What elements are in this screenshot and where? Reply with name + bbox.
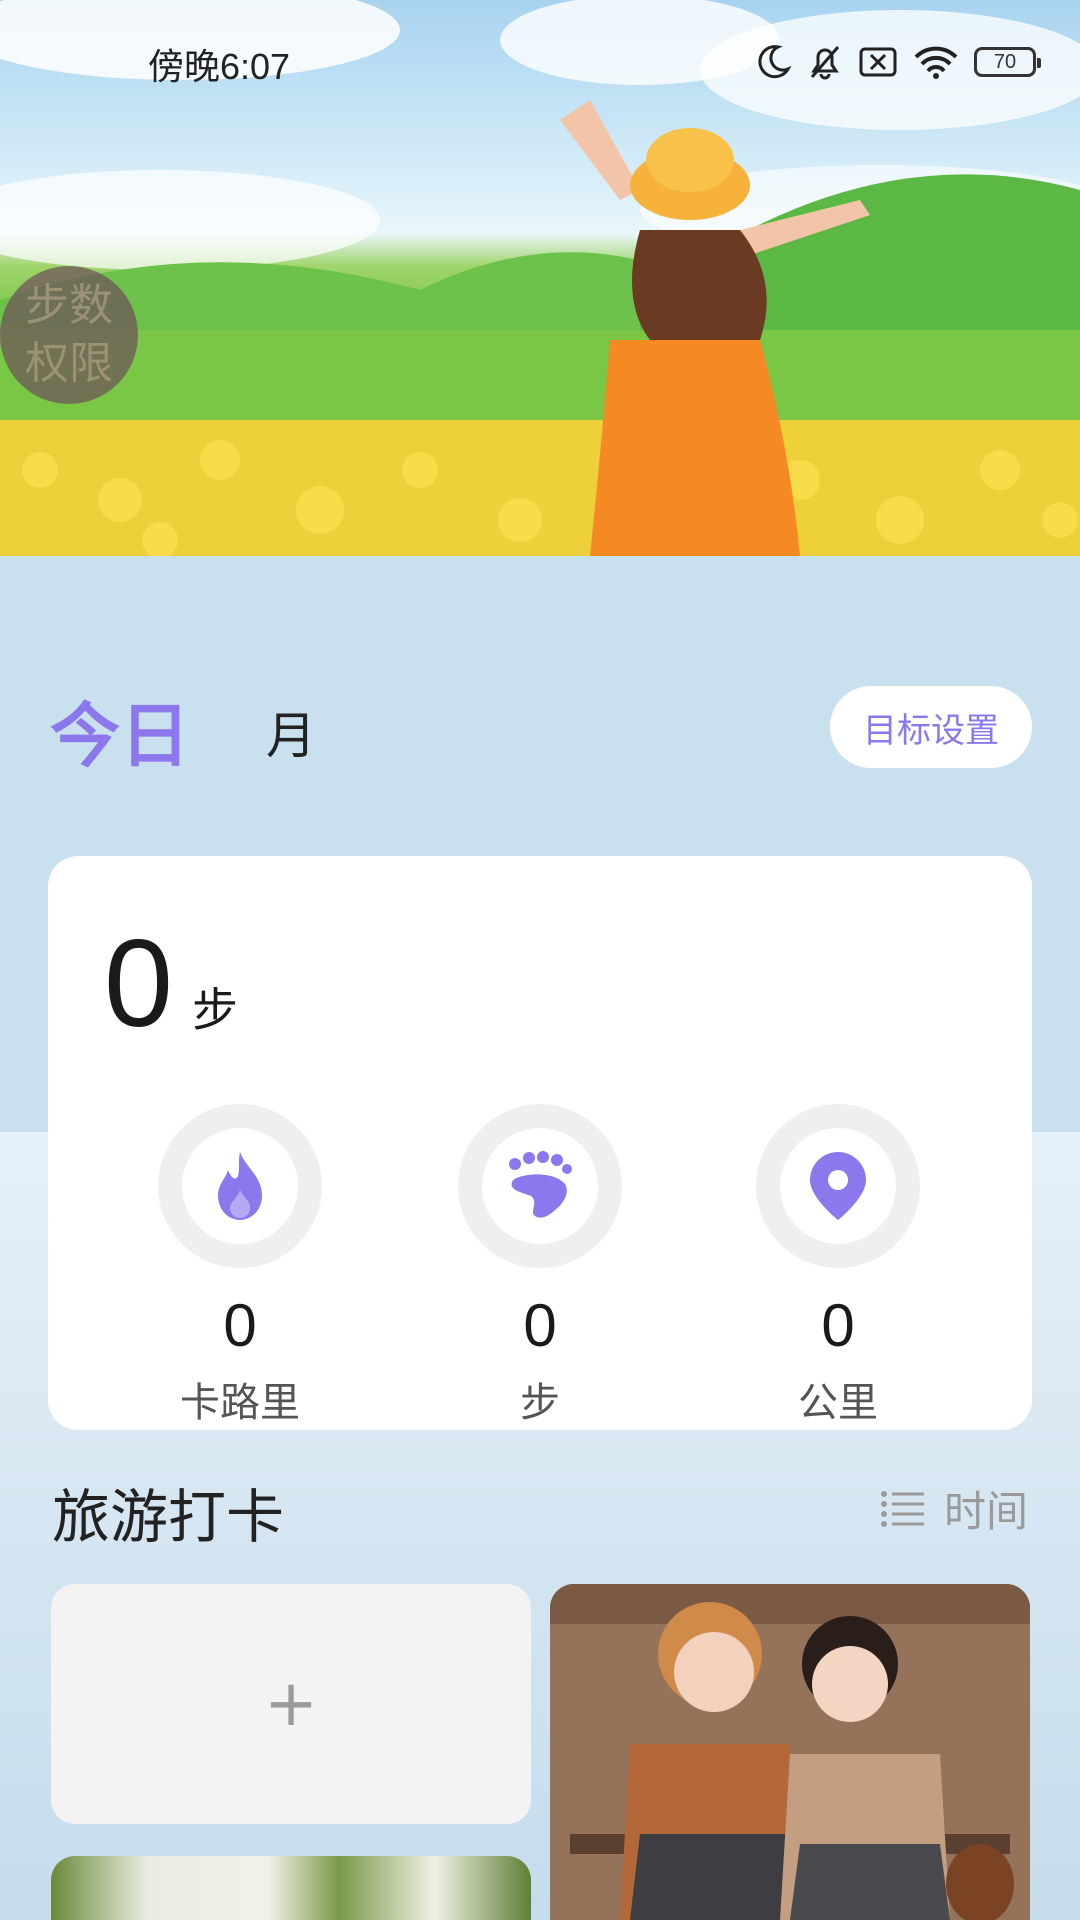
checkin-photo-flowers[interactable] [51,1856,531,1920]
add-icon: + [264,1667,318,1741]
moon-icon [758,45,792,79]
steps-label: 步 [520,1380,560,1426]
distance-value: 0 [821,1292,855,1359]
step-stats-card: 0 步 0 卡路里 0 步 0 公里 [48,856,1032,1430]
status-icons: 70 [754,38,1041,86]
footprint-icon [509,1151,572,1218]
steps-count: 0 [104,915,173,1053]
distance-label: 公里 [798,1380,878,1426]
list-icon [880,1490,924,1527]
permission-label-line2: 权限 [25,338,113,389]
location-pin-icon [810,1152,866,1220]
battery-icon: 70 [974,47,1041,77]
steps-value: 0 [523,1292,557,1359]
permission-label-line1: 步数 [25,280,113,331]
steps-unit: 步 [192,983,238,1037]
sort-label: 时间 [943,1487,1028,1536]
calories-label: 卡路里 [180,1380,300,1426]
tab-today[interactable]: 今日 [50,680,190,781]
distance-ring [756,1104,920,1268]
status-time: 傍晚6:07 [148,46,291,87]
calories-value: 0 [223,1292,257,1359]
stat-steps: 0 步 [420,1104,660,1428]
stat-distance: 0 公里 [718,1104,958,1428]
tab-month[interactable]: 月 [266,696,316,768]
steps-ring [458,1104,622,1268]
wifi-icon [914,46,958,79]
step-permission-button[interactable]: 步数 权限 [0,266,138,404]
battery-level: 70 [993,50,1017,73]
calories-ring [158,1104,322,1268]
goal-settings-button[interactable]: 目标设置 [830,686,1032,768]
sort-by-time-button[interactable]: 时间 [880,1478,1028,1539]
stat-calories: 0 卡路里 [120,1104,360,1428]
bell-off-icon [810,46,840,80]
travel-section-title: 旅游打卡 [52,1483,285,1551]
add-checkin-button[interactable]: + [51,1584,531,1824]
friends-photo-image [550,1584,1030,1920]
sim-off-icon [859,47,897,77]
checkin-photo[interactable] [550,1584,1030,1920]
flame-icon [218,1152,262,1220]
